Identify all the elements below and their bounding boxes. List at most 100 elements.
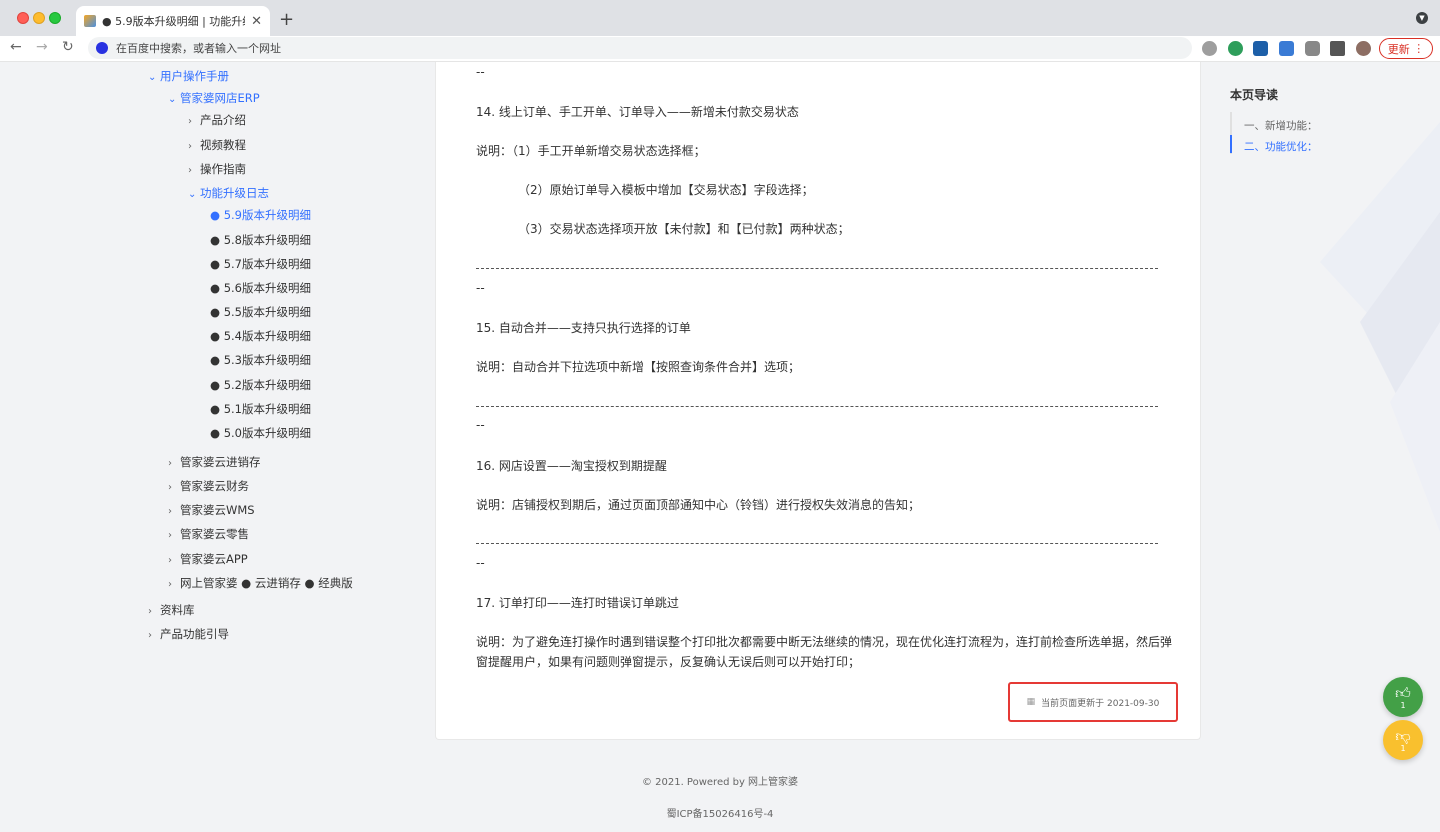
sidebar-item-video[interactable]: › 视频教程 [188,137,246,153]
chevron-right-icon: › [188,116,192,127]
dash-text: -- [476,418,485,432]
chevron-right-icon: › [148,630,152,641]
sidebar-item-version[interactable]: ● 5.6版本升级明细 [210,280,311,296]
chevron-down-icon: ⌄ [168,94,177,105]
sidebar-item-version[interactable]: ● 5.3版本升级明细 [210,352,311,368]
close-window-button[interactable] [17,12,29,24]
tab-title: ● 5.9版本升级明细 | 功能升级日 [102,15,245,28]
baidu-search-icon [96,42,108,54]
chevron-right-icon: › [168,579,172,590]
like-button[interactable]: 👍︎ 1 [1383,677,1423,717]
chevron-right-icon: › [148,606,152,617]
item-description: （3）交易状态选择项开放【未付款】和【已付款】两种状态； [518,222,850,236]
toc-item-optimizations[interactable]: 二、功能优化： [1244,139,1318,154]
back-button[interactable]: ← [10,39,22,55]
dash-text: -- [476,556,485,570]
sidebar-item-product[interactable]: › 管家婆云进销存 [168,454,261,470]
sidebar-item-version[interactable]: ● 5.1版本升级明细 [210,401,311,417]
item-description: （2）原始订单导入模板中增加【交易状态】字段选择； [518,183,814,197]
sidebar-item-version[interactable]: ● 5.2版本升级明细 [210,377,311,393]
thumbs-down-icon: 👎︎ [1395,726,1411,745]
chevron-down-icon: ⌄ [148,72,157,83]
item-title: 15. 自动合并——支持只执行选择的订单 [476,321,691,335]
extension-m-icon[interactable] [1253,41,1268,56]
site-favicon-icon [84,15,96,27]
address-placeholder: 在百度中搜索，或者输入一个网址 [116,42,281,55]
chevron-right-icon: › [168,530,172,541]
new-tab-button[interactable]: + [279,9,294,30]
divider [476,406,1158,407]
puzzle-icon[interactable] [1330,41,1345,56]
dislike-count: 1 [1400,743,1406,753]
sidebar-item-version[interactable]: ● 5.9版本升级明细 [210,207,311,223]
item-title: 17. 订单打印——连打时错误订单跳过 [476,596,679,610]
item-description: 说明：（1）手工开单新增交易状态选择框； [476,144,706,158]
toc-item-new-features[interactable]: 一、新增功能： [1244,118,1318,133]
forward-button[interactable]: → [36,39,48,55]
browser-tab-bar: ● 5.9版本升级明细 | 功能升级日 ✕ + ▼ [0,0,1440,36]
chevron-right-icon: › [168,458,172,469]
extension-globe-icon[interactable] [1202,41,1217,56]
sidebar-item-resource[interactable]: › 资料库 [148,602,195,618]
tab-search-icon[interactable]: ▼ [1416,12,1428,24]
sidebar-item-version[interactable]: ● 5.4版本升级明细 [210,328,311,344]
item-title: 14. 线上订单、手工开单、订单导入——新增未付款交易状态 [476,105,799,119]
chevron-right-icon: › [168,482,172,493]
item-title: 16. 网店设置——淘宝授权到期提醒 [476,459,667,473]
like-count: 1 [1400,700,1406,710]
tab-close-icon[interactable]: ✕ [251,14,262,29]
sidebar-item-upgrade-log[interactable]: ⌄ 功能升级日志 [188,185,269,201]
update-label: 更新 [1387,42,1410,56]
dash-text: -- [476,65,485,79]
calendar-icon: ▦ [1026,697,1036,707]
dash-text: -- [476,281,485,295]
camera-icon[interactable] [1305,41,1320,56]
extension-v-icon[interactable] [1228,41,1243,56]
divider [476,543,1158,544]
footer-powered: © 2021. Powered by 网上管家婆 [641,777,799,788]
update-button[interactable]: 更新 ⋮ [1379,38,1433,59]
sidebar-item-version[interactable]: ● 5.7版本升级明细 [210,256,311,272]
last-updated-box: ▦ 当前页面更新于 2021-09-30 [1008,682,1178,722]
chevron-right-icon: › [168,555,172,566]
item-description: 说明：为了避免连打操作时遇到错误整个打印批次都需要中断无法继续的情况，现在优化连… [476,635,1173,669]
sidebar-item-product[interactable]: › 管家婆云WMS [168,502,255,518]
sidebar-item-feature-guide[interactable]: › 产品功能引导 [148,626,229,642]
sidebar-item-user-manual[interactable]: ⌄ 用户操作手册 [148,68,229,84]
chevron-down-icon: ⌄ [188,189,197,200]
sidebar-item-guide[interactable]: › 操作指南 [188,161,246,177]
toc-active-indicator [1230,135,1232,153]
sidebar-nav: ⌄ 用户操作手册 ⌄ 管家婆网店ERP › 产品介绍 › 视频教程 › 操作指南 ⌄ 功能升… [0,62,420,832]
item-description: 说明：自动合并下拉选项中新增【按照查询条件合并】选项； [476,360,801,374]
sidebar-item-version[interactable]: ● 5.0版本升级明细 [210,425,311,441]
extension-screenshot-icon[interactable] [1279,41,1294,56]
reload-button[interactable]: ↻ [62,39,74,55]
maximize-window-button[interactable] [49,12,61,24]
more-menu-icon: ⋮ [1413,42,1425,55]
sidebar-item-version[interactable]: ● 5.5版本升级明细 [210,304,311,320]
dislike-button[interactable]: 👎︎ 1 [1383,720,1423,760]
sidebar-item-product[interactable]: › 管家婆云APP [168,551,248,567]
background-decoration [1320,122,1440,532]
minimize-window-button[interactable] [33,12,45,24]
sidebar-item-erp[interactable]: ⌄ 管家婆网店ERP [168,90,260,106]
article-card: -- 14. 线上订单、手工开单、订单导入——新增未付款交易状态 说明：（1）手… [435,62,1201,740]
browser-toolbar: ← → ↻ 在百度中搜索，或者输入一个网址 更新 ⋮ [0,36,1440,62]
thumbs-up-icon: 👍︎ [1395,683,1411,702]
sidebar-item-version[interactable]: ● 5.8版本升级明细 [210,232,311,248]
toc-title: 本页导读 [1230,88,1279,102]
avatar[interactable] [1356,41,1371,56]
divider [476,268,1158,269]
sidebar-item-product[interactable]: › 网上管家婆 ● 云进销存 ● 经典版 [168,575,353,591]
item-description: 说明：店铺授权到期后，通过页面顶部通知中心（铃铛）进行授权失效消息的告知； [476,498,921,512]
chevron-right-icon: › [188,141,192,152]
sidebar-item-product[interactable]: › 管家婆云财务 [168,478,249,494]
browser-tab[interactable]: ● 5.9版本升级明细 | 功能升级日 ✕ [76,6,270,36]
footer-icp-link[interactable]: 蜀ICP备15026416号-4 [435,805,1005,820]
chevron-right-icon: › [168,506,172,517]
address-bar[interactable]: 在百度中搜索，或者输入一个网址 [88,37,1192,59]
sidebar-item-product-intro[interactable]: › 产品介绍 [188,112,246,128]
last-updated-text: 当前页面更新于 2021-09-30 [1041,698,1160,709]
sidebar-item-product[interactable]: › 管家婆云零售 [168,526,249,542]
chevron-right-icon: › [188,165,192,176]
